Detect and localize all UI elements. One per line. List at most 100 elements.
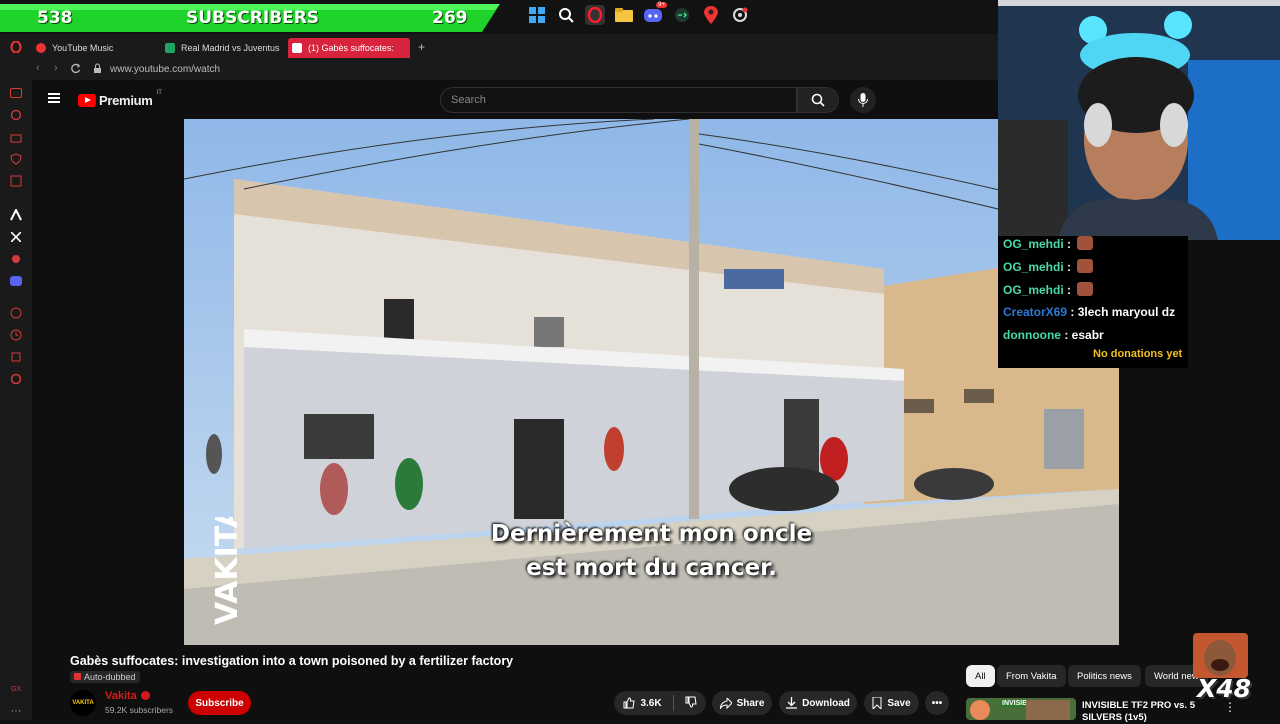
news-icon[interactable] [9,174,23,188]
download-icon [786,697,798,709]
chat-message: OG_mehdi : [1003,236,1094,251]
tab-real-madrid[interactable]: Real Madrid vs Juventus [161,38,283,58]
chat-message: OG_mehdi : [1003,282,1094,297]
pin-icon[interactable] [701,5,721,25]
subscriber-label: SUBSCRIBERS [186,8,320,28]
shield-icon[interactable] [9,152,23,166]
search-input[interactable]: Search [440,87,797,113]
youtube-music-icon [36,43,46,53]
chat-username: OG_mehdi [1003,260,1064,274]
chat-message: donnoone : esabr [1003,328,1104,342]
download-button[interactable]: Download [779,691,857,715]
recommended-title[interactable]: INVISIBLE TF2 PRO vs. 5 SILVERS (1v5) [1082,700,1202,724]
opera-icon[interactable] [585,5,605,25]
subtitle-line: est mort du cancer. [526,555,777,581]
emote-icon [1077,282,1094,296]
chip-from-vakita[interactable]: From Vakita [997,665,1066,687]
history-icon[interactable] [9,328,23,342]
tab-gabes-video[interactable]: (1) Gabès suffocates: [288,38,410,58]
x-twitter-icon[interactable] [9,230,23,244]
microphone-icon [858,93,868,107]
subtitle-line: Dernièrement mon oncle [490,521,813,547]
aria-icon[interactable] [9,208,23,222]
save-button[interactable]: Save [864,691,919,715]
share-button[interactable]: Share [712,691,772,715]
terminal-icon[interactable] [672,5,692,25]
youtube-brand: Premium [99,93,153,108]
chat-message: CreatorX69 : 3lech maryoul dz [1003,305,1176,319]
emote-icon [1077,236,1094,250]
chat-username: CreatorX69 [1003,305,1068,319]
sheet-icon [165,43,175,53]
region-code: IT [156,89,162,96]
tab-strip: YouTube Music Real Madrid vs Juventus (1… [32,34,998,60]
more-icon[interactable]: ··· [9,704,23,718]
discord-sidebar-icon[interactable] [9,274,23,288]
extensions-icon[interactable] [9,350,23,364]
opera-menu-icon[interactable] [9,40,23,54]
thumb-avatar [970,700,990,720]
url-field[interactable]: www.youtube.com/watch [110,64,220,75]
discord-icon[interactable]: 9+ [643,2,667,25]
player-icon[interactable] [9,306,23,320]
menu-icon[interactable] [48,93,60,103]
tab-youtube-music[interactable]: YouTube Music [32,38,157,58]
dislike-button[interactable] [685,696,697,711]
auto-dubbed-badge: Auto-dubbed [70,671,140,683]
voice-search-button[interactable] [850,87,876,113]
donations-status: No donations yet [1093,348,1183,360]
chip-all[interactable]: All [966,665,995,687]
chat-username: OG_mehdi [1003,237,1064,251]
browser-sidebar: GX ··· [0,34,32,720]
tab-label: Real Madrid vs Juventus [181,43,280,53]
chat-username: donnoone [1003,328,1061,342]
tab-label: YouTube Music [52,43,114,53]
taskbar-icon-row: 9+ [527,2,750,25]
more-actions-button[interactable]: ••• [925,691,949,715]
back-icon[interactable]: ‹ [36,62,40,74]
refresh-app-icon[interactable] [9,108,23,122]
bag-icon[interactable] [9,130,23,144]
more-icon: ••• [931,697,943,709]
chat-message: OG_mehdi : [1003,259,1094,274]
folder-icon[interactable] [614,5,634,25]
share-icon [719,697,732,709]
channel-subscriber-count: 59.2K subscribers [105,705,174,715]
chip-politics-news[interactable]: Politics news [1068,665,1141,687]
bookmark-icon [872,697,882,709]
video-subtitles: Dernièrement mon oncle est mort du cance… [184,517,1119,585]
address-bar: ‹ › www.youtube.com/watch [32,60,998,80]
reload-icon[interactable] [70,63,81,77]
tab-label: (1) Gabès suffocates: [308,43,394,53]
avatar[interactable]: VAKITA [70,690,96,716]
dub-icon [74,673,81,680]
recommended-thumbnail[interactable]: INVISIBLE [966,698,1076,720]
settings-icon[interactable] [9,372,23,386]
gear-icon[interactable] [730,5,750,25]
video-title: Gabès suffocates: investigation into a t… [70,654,514,668]
search-icon[interactable] [556,5,576,25]
youtube-icon [292,43,302,53]
youtube-logo[interactable]: Premium IT [78,89,162,108]
channel-name[interactable]: Vakita [105,690,150,702]
thumbs-up-icon [623,697,636,709]
chat-username: OG_mehdi [1003,283,1064,297]
streamer-webcam [998,0,1280,240]
music-icon[interactable] [9,252,23,266]
forward-icon[interactable]: › [54,62,58,74]
windows-icon[interactable] [527,5,547,25]
video-player[interactable]: VAKITA Dernièrement mon oncle est mort d… [184,119,1119,645]
subscribe-button[interactable]: Subscribe [188,691,251,715]
new-tab-button[interactable]: + [418,40,425,54]
emote-icon [1077,259,1094,273]
verified-icon [140,691,150,700]
like-button[interactable]: 3.6K [623,697,662,709]
gx-corner-icon[interactable]: GX [9,682,23,696]
sidebar-app-icon[interactable] [9,86,23,100]
subscriber-count-secondary: 269 [432,8,468,28]
search-button[interactable] [797,87,839,113]
subscriber-goal-banner: 538 SUBSCRIBERS 269 [0,4,500,32]
like-dislike-group: 3.6K [614,691,706,715]
like-count: 3.6K [640,697,662,709]
lock-icon [93,63,102,77]
